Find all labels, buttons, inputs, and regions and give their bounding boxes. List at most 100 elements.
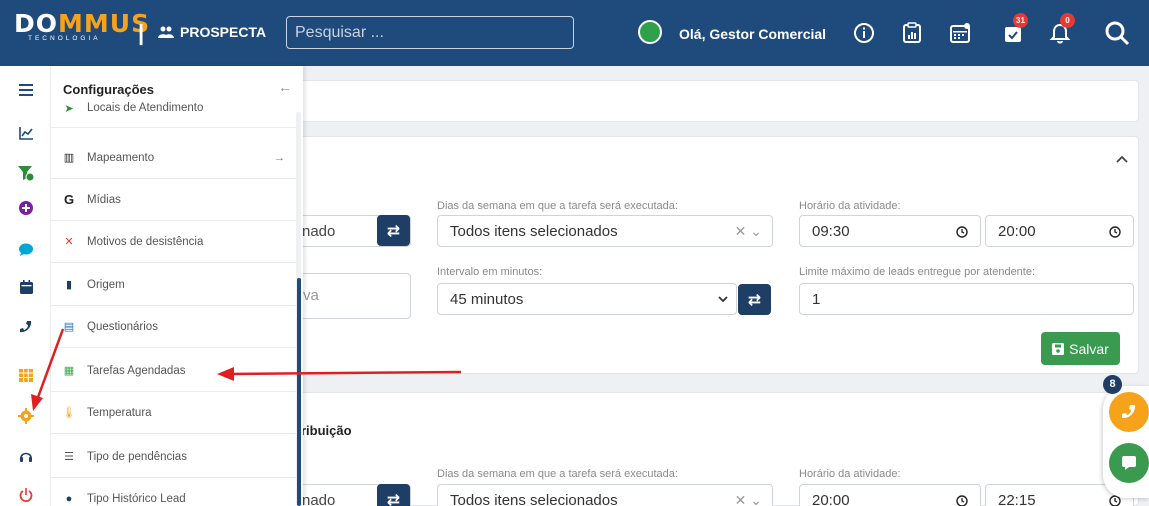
headset-icon[interactable]: [15, 446, 37, 468]
location-arrow-icon: ➤: [64, 103, 74, 115]
arrow-right-icon: →: [273, 151, 286, 164]
save-button[interactable]: Salvar: [1041, 332, 1120, 365]
gear-icon[interactable]: [15, 405, 37, 427]
logo-separator: |: [138, 20, 145, 45]
time-start-1[interactable]: 09:30: [799, 215, 981, 247]
module-name[interactable]: PROSPECTA: [158, 24, 266, 40]
plus-circle-icon[interactable]: [15, 197, 37, 219]
menu-item-label: Tipo Histórico Lead: [87, 493, 186, 505]
menu-item-mapeamento[interactable]: ▥ Mapeamento →: [51, 137, 297, 179]
days-label-1: Dias da semana em que a tarefa será exec…: [437, 200, 678, 212]
panel-scrollbar-thumb[interactable]: [297, 278, 301, 506]
report-icon[interactable]: [895, 16, 929, 50]
calendar-grid-icon[interactable]: [943, 16, 977, 50]
limit-input[interactable]: 1: [799, 283, 1134, 315]
days-value-2: Todos itens selecionados: [450, 492, 618, 506]
bookmark-icon: ▮: [65, 279, 73, 291]
chart-line-icon[interactable]: [15, 122, 37, 144]
call-button[interactable]: [1109, 392, 1149, 432]
days-label-2: Dias da semana em que a tarefa será exec…: [437, 468, 678, 480]
calendar-icon[interactable]: [15, 276, 37, 298]
dommus-logo[interactable]: DOMMUS TECNOLOGIA: [14, 10, 150, 42]
clear-chevron-icon[interactable]: ✕ ⌄: [735, 223, 762, 240]
info-icon[interactable]: [847, 16, 881, 50]
menu-item-temperatura[interactable]: 🌡︎ Temperatura: [51, 392, 297, 434]
logo-brand-text: DO: [14, 9, 59, 38]
chevron-down-icon: [718, 296, 728, 303]
calendar-badge: 31: [1013, 13, 1028, 28]
menu-item-origem[interactable]: ▮ Origem: [51, 264, 297, 306]
swap-button-3[interactable]: ⇄: [377, 484, 410, 506]
menu-item-midias[interactable]: G Mídias: [51, 179, 297, 221]
menu-item-locais[interactable]: ➤ Locais de Atendimento: [51, 102, 297, 128]
menu-item-label: Questionários: [87, 320, 158, 333]
menu-icon[interactable]: [15, 79, 37, 101]
limit-label: Limite máximo de leads entregue por aten…: [799, 266, 1036, 278]
interval-label: Intervalo em minutos:: [437, 266, 543, 278]
notifications-badge: 0: [1060, 13, 1075, 28]
funnel-icon[interactable]: [15, 162, 37, 184]
circle-icon: ●: [65, 493, 73, 505]
clear-chevron-icon[interactable]: ✕ ⌄: [735, 492, 762, 506]
clock-icon: [956, 495, 968, 506]
search-icon[interactable]: [1100, 16, 1134, 50]
close-icon: ✕: [64, 236, 74, 248]
user-greeting: Olá, Gestor Comercial: [679, 26, 827, 42]
section-title-2: ribuição: [301, 423, 352, 438]
distribution-value-1: nado: [302, 223, 336, 240]
swap-button-1[interactable]: ⇄: [377, 215, 410, 246]
clock-icon: [1109, 226, 1121, 238]
interval-select[interactable]: 45 minutos: [437, 283, 737, 315]
file-icon: ▤: [63, 321, 75, 333]
swap-button-2[interactable]: ⇄: [738, 284, 771, 315]
menu-item-label: Motivos de desistência: [87, 235, 204, 248]
menu-item-motivos[interactable]: ✕ Motivos de desistência: [51, 221, 297, 263]
arrow-left-icon[interactable]: ←: [278, 79, 292, 95]
menu-item-tipo-historico[interactable]: ● Tipo Histórico Lead: [51, 478, 297, 506]
save-label: Salvar: [1069, 340, 1109, 357]
power-icon[interactable]: [15, 484, 37, 506]
time-end-1[interactable]: 20:00: [985, 215, 1134, 247]
users-icon: [158, 26, 174, 38]
menu-item-label: Mapeamento: [87, 151, 155, 164]
bell-icon[interactable]: 0: [1043, 13, 1077, 50]
menu-item-questionarios[interactable]: ▤ Questionários: [51, 306, 297, 348]
clock-icon: [956, 226, 968, 238]
chat-button[interactable]: [1109, 443, 1149, 483]
logo-brand-highlight: MMUS: [58, 9, 151, 38]
days-select-2[interactable]: Todos itens selecionados ✕ ⌄: [437, 484, 773, 506]
chevron-up-icon[interactable]: [1116, 155, 1128, 163]
floppy-icon: [1052, 342, 1065, 355]
calendar-icon: ▦: [63, 365, 75, 377]
config-panel: Configurações ← ➤ Locais de Atendimento …: [50, 66, 303, 506]
days-select-1[interactable]: Todos itens selecionados ✕ ⌄: [437, 215, 773, 247]
menu-item-label: Origem: [87, 278, 125, 291]
menu-item-label: Temperatura: [87, 406, 152, 419]
list-icon: ☰: [64, 451, 74, 463]
time-label-1: Horário da atividade:: [799, 200, 901, 212]
call-badge: 8: [1103, 375, 1122, 394]
thermometer-icon: 🌡︎: [62, 407, 76, 419]
table-grid-icon[interactable]: [15, 364, 37, 386]
search-input[interactable]: [286, 16, 574, 49]
top-navbar: DOMMUS TECNOLOGIA | PROSPECTA Olá, Gesto…: [0, 0, 1149, 66]
interval-value: 45 minutos: [450, 291, 524, 308]
time-start-value-2: 20:00: [812, 492, 850, 506]
user-avatar[interactable]: [638, 20, 662, 44]
sidebar-rail: [0, 66, 50, 506]
chat-icon[interactable]: [15, 238, 37, 260]
phone-icon: [1122, 405, 1136, 419]
menu-item-tarefas-agendadas[interactable]: ▦ Tarefas Agendadas: [51, 350, 297, 392]
time-label-2: Horário da atividade:: [799, 468, 901, 480]
menu-item-label: Locais de Atendimento: [87, 102, 204, 114]
description-field-1[interactable]: va: [286, 273, 411, 319]
chat-icon: [1122, 456, 1136, 470]
config-panel-title: Configurações: [63, 82, 155, 97]
menu-item-label: Tarefas Agendadas: [87, 364, 186, 377]
menu-item-tipo-pendencias[interactable]: ☰ Tipo de pendências: [51, 436, 297, 478]
time-end-value-1: 20:00: [998, 223, 1036, 240]
task-card-1: [286, 136, 1139, 374]
time-start-2[interactable]: 20:00: [799, 484, 981, 506]
phone-icon[interactable]: [15, 316, 37, 338]
tasks-calendar-icon[interactable]: 31: [996, 13, 1030, 50]
